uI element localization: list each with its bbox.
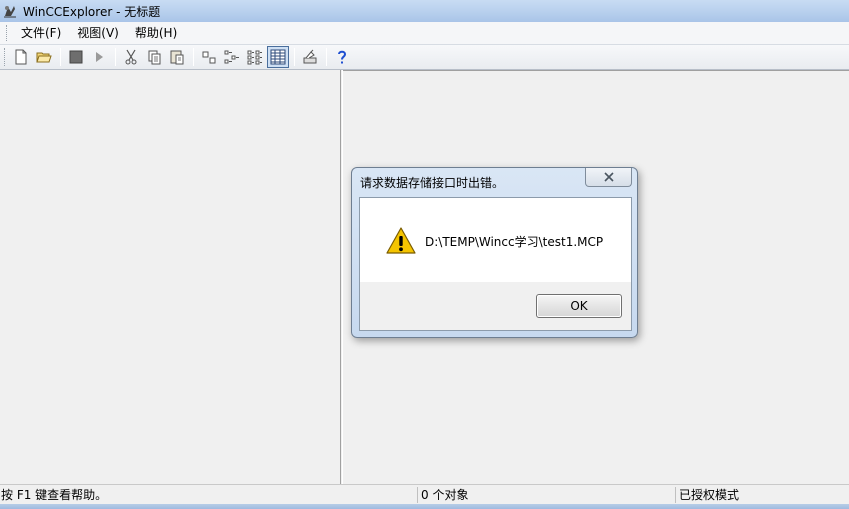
play-button[interactable] xyxy=(88,46,110,68)
wincc-explorer-window: WinCCExplorer - 无标题 文件(F) 视图(V) 帮助(H) 按 … xyxy=(0,0,849,509)
open-button[interactable] xyxy=(33,46,55,68)
menu-bar: 文件(F) 视图(V) 帮助(H) xyxy=(0,22,849,44)
details-view-icon xyxy=(270,49,286,65)
dialog-message: D:\TEMP\Wincc学习\test1.MCP xyxy=(425,235,604,249)
properties-icon xyxy=(303,49,317,64)
navigation-tree-pane[interactable] xyxy=(0,70,340,484)
warning-icon xyxy=(386,227,416,254)
wincc-app-icon xyxy=(4,6,16,18)
new-file-button[interactable] xyxy=(10,46,32,68)
toolbar-separator xyxy=(294,48,295,66)
play-icon xyxy=(96,52,103,62)
taskbar-edge xyxy=(0,504,849,509)
copy-button[interactable] xyxy=(143,46,165,68)
copy-icon xyxy=(148,50,161,65)
close-icon xyxy=(603,172,614,182)
ok-button[interactable]: OK xyxy=(536,294,622,318)
toolbar-grip[interactable] xyxy=(4,48,7,66)
small-icons-view-icon xyxy=(224,50,239,64)
small-icons-button[interactable] xyxy=(221,46,243,68)
large-icons-view-icon xyxy=(202,51,216,64)
dialog-body: D:\TEMP\Wincc学习\test1.MCP OK xyxy=(359,197,632,331)
paste-button[interactable] xyxy=(166,46,188,68)
toolbar-separator xyxy=(326,48,327,66)
new-file-icon xyxy=(15,49,27,65)
error-dialog: 请求数据存储接口时出错。 D:\TEMP\Wincc学习\test1.MCP O… xyxy=(351,167,638,338)
cut-icon xyxy=(125,49,137,65)
window-title: WinCCExplorer - 无标题 xyxy=(23,4,161,19)
properties-button[interactable] xyxy=(299,46,321,68)
large-icons-button[interactable] xyxy=(198,46,220,68)
status-separator xyxy=(675,487,676,503)
menu-help[interactable]: 帮助(H) xyxy=(127,23,185,43)
dialog-close-button[interactable] xyxy=(585,168,632,187)
status-bar: 按 F1 键查看帮助。 0 个对象 已授权模式 xyxy=(0,484,849,504)
dialog-content: D:\TEMP\Wincc学习\test1.MCP xyxy=(360,198,631,282)
menu-view[interactable]: 视图(V) xyxy=(69,23,127,43)
cut-button[interactable] xyxy=(120,46,142,68)
paste-icon xyxy=(170,50,184,65)
dialog-title: 请求数据存储接口时出错。 xyxy=(360,176,505,190)
stop-button[interactable] xyxy=(65,46,87,68)
toolbar-separator xyxy=(60,48,61,66)
details-view-button[interactable] xyxy=(267,46,289,68)
status-help-text: 按 F1 键查看帮助。 xyxy=(1,488,108,502)
list-view-button[interactable] xyxy=(244,46,266,68)
list-view-icon xyxy=(247,50,262,65)
menu-file[interactable]: 文件(F) xyxy=(13,23,69,43)
status-license-mode: 已授权模式 xyxy=(679,488,740,502)
title-bar[interactable]: WinCCExplorer - 无标题 xyxy=(0,0,849,22)
help-icon xyxy=(338,50,347,64)
toolbar-separator xyxy=(193,48,194,66)
menu-grip xyxy=(6,25,9,41)
open-folder-icon xyxy=(36,52,52,63)
help-button[interactable] xyxy=(331,46,353,68)
toolbar xyxy=(0,44,849,70)
status-object-count: 0 个对象 xyxy=(421,488,469,502)
status-separator xyxy=(417,487,418,503)
stop-icon xyxy=(69,50,83,64)
toolbar-separator xyxy=(115,48,116,66)
